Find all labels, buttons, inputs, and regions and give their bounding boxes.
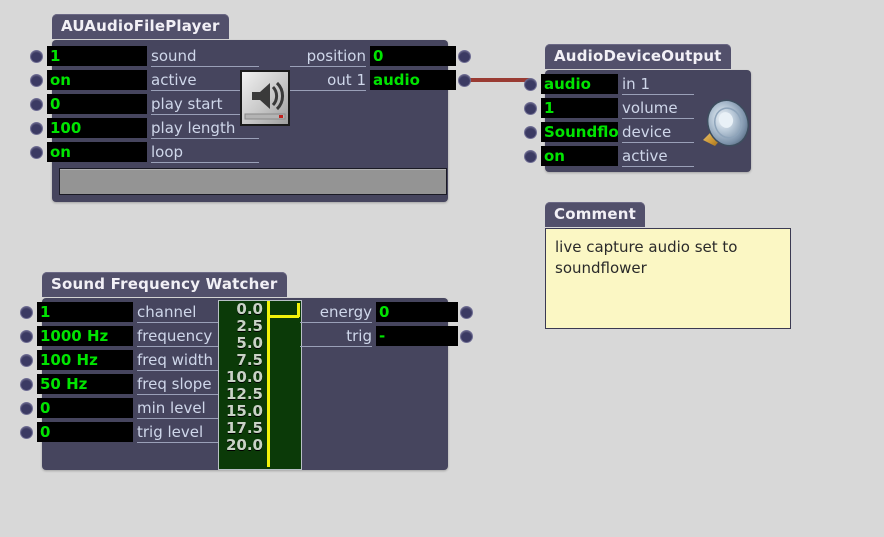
port-out-energy[interactable]	[460, 306, 473, 319]
field-device[interactable]: Soundflo	[541, 122, 618, 142]
field-loop[interactable]: on	[47, 142, 147, 162]
speaker-blue-icon	[697, 96, 753, 152]
field-play-length[interactable]: 100	[47, 118, 147, 138]
port-in-volume[interactable]	[524, 102, 537, 115]
label-frequency: frequency	[137, 326, 231, 347]
energy-graph-tick: 7.5	[236, 351, 263, 369]
node-title-au-audio-file-player[interactable]: AUAudioFilePlayer	[52, 14, 229, 39]
port-in-active[interactable]	[30, 74, 43, 87]
port-in-play-start[interactable]	[30, 98, 43, 111]
port-in-loop[interactable]	[30, 146, 43, 159]
field-freq-width[interactable]: 100 Hz	[37, 350, 133, 370]
energy-graph-tick-labels: 0.0 2.5 5.0 7.5 10.0 12.5 15.0 17.5 20.0	[219, 301, 265, 454]
port-in-freq-slope[interactable]	[20, 378, 33, 391]
energy-graph[interactable]: 0.0 2.5 5.0 7.5 10.0 12.5 15.0 17.5 20.0	[218, 300, 302, 470]
playback-scrub-bar[interactable]	[59, 168, 447, 195]
label-trig: trig	[300, 326, 372, 347]
field-frequency[interactable]: 1000 Hz	[37, 326, 133, 346]
connection-wire-audio[interactable]	[462, 78, 532, 82]
field-in1[interactable]: audio	[541, 74, 618, 94]
label-in1: in 1	[622, 74, 694, 95]
comment-text[interactable]: live capture audio set to soundflower	[545, 228, 791, 329]
energy-graph-tick: 17.5	[225, 419, 263, 437]
field-trig-level[interactable]: 0	[37, 422, 133, 442]
node-title-comment[interactable]: Comment	[545, 202, 645, 227]
field-out1[interactable]: audio	[370, 70, 456, 90]
energy-graph-trace	[267, 315, 299, 318]
label-volume: volume	[622, 98, 694, 119]
port-in-trig-level[interactable]	[20, 426, 33, 439]
label-trig-level: trig level	[137, 422, 231, 443]
energy-graph-tick: 15.0	[225, 402, 263, 420]
energy-graph-axis	[267, 301, 270, 467]
label-position: position	[290, 46, 366, 67]
label-device-active: active	[622, 146, 694, 167]
port-in-device[interactable]	[524, 126, 537, 139]
label-freq-width: freq width	[137, 350, 231, 371]
port-in-channel[interactable]	[20, 306, 33, 319]
field-sound[interactable]: 1	[47, 46, 147, 66]
energy-graph-tick: 20.0	[225, 436, 263, 454]
label-channel: channel	[137, 302, 231, 323]
label-device: device	[622, 122, 694, 143]
label-sound: sound	[151, 46, 259, 67]
field-trig[interactable]: -	[376, 326, 458, 346]
node-title-audio-device-output[interactable]: AudioDeviceOutput	[545, 44, 731, 69]
label-min-level: min level	[137, 398, 231, 419]
energy-graph-tick: 10.0	[225, 368, 263, 386]
label-loop: loop	[151, 142, 259, 163]
energy-graph-tick: 5.0	[236, 334, 263, 352]
port-out-audio[interactable]	[458, 74, 471, 87]
port-in-freq-width[interactable]	[20, 354, 33, 367]
field-freq-slope[interactable]: 50 Hz	[37, 374, 133, 394]
field-active[interactable]: on	[47, 70, 147, 90]
port-in-frequency[interactable]	[20, 330, 33, 343]
patch-editor-canvas: AUAudioFilePlayer 1 sound on active 0 pl…	[0, 0, 884, 537]
node-title-sound-frequency-watcher[interactable]: Sound Frequency Watcher	[42, 272, 287, 297]
field-min-level[interactable]: 0	[37, 398, 133, 418]
field-device-active[interactable]: on	[541, 146, 618, 166]
field-volume[interactable]: 1	[541, 98, 618, 118]
energy-graph-tick: 12.5	[225, 385, 263, 403]
port-in-audio[interactable]	[524, 78, 537, 91]
field-position[interactable]: 0	[370, 46, 456, 66]
label-freq-slope: freq slope	[137, 374, 231, 395]
field-energy[interactable]: 0	[376, 302, 458, 322]
label-energy: energy	[300, 302, 372, 323]
port-in-min-level[interactable]	[20, 402, 33, 415]
label-out1: out 1	[290, 70, 366, 91]
port-in-sound[interactable]	[30, 50, 43, 63]
field-play-start[interactable]: 0	[47, 94, 147, 114]
port-in-play-length[interactable]	[30, 122, 43, 135]
field-channel[interactable]: 1	[37, 302, 133, 322]
speaker-gray-icon	[240, 70, 290, 126]
port-in-device-active[interactable]	[524, 150, 537, 163]
port-out-trig[interactable]	[460, 330, 473, 343]
port-out-position[interactable]	[458, 50, 471, 63]
energy-graph-tick: 0.0	[236, 300, 263, 318]
energy-graph-tick: 2.5	[236, 317, 263, 335]
